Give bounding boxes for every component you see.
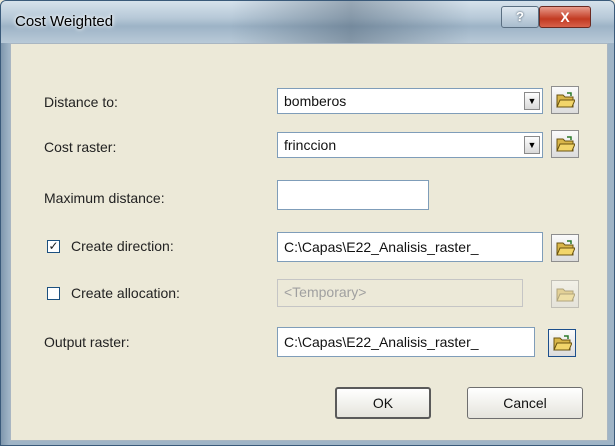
open-folder-icon[interactable]: [551, 234, 579, 262]
output-raster-path-input[interactable]: C:\Capas\E22_Analisis_raster_: [277, 327, 535, 357]
dialog-body: Distance to: bomberos ▼ Cost raster: fri…: [10, 43, 608, 441]
cost-raster-value: frinccion: [284, 137, 337, 153]
create-allocation-path-input[interactable]: <Temporary>: [277, 279, 523, 307]
check-icon: ✓: [48, 239, 59, 253]
title-bar[interactable]: Cost Weighted ? X: [1, 1, 614, 43]
output-raster-label: Output raster:: [44, 334, 130, 350]
cancel-button[interactable]: Cancel: [467, 387, 583, 419]
ok-button[interactable]: OK: [335, 387, 431, 419]
title-bar-glass: [231, 1, 471, 43]
help-button[interactable]: ?: [501, 6, 539, 28]
cost-raster-label: Cost raster:: [44, 139, 117, 155]
open-folder-icon[interactable]: [551, 280, 579, 308]
distance-to-label: Distance to:: [44, 94, 118, 110]
create-direction-label: Create direction:: [71, 238, 174, 254]
chevron-down-icon[interactable]: ▼: [524, 92, 540, 110]
open-folder-icon[interactable]: [548, 329, 576, 357]
max-distance-input[interactable]: [277, 180, 429, 210]
chevron-down-icon[interactable]: ▼: [524, 136, 540, 154]
create-direction-checkbox[interactable]: ✓: [47, 240, 60, 253]
cost-weighted-dialog: Cost Weighted ? X Distance to: bomberos …: [0, 0, 615, 446]
distance-to-select[interactable]: bomberos ▼: [277, 88, 543, 114]
open-folder-icon[interactable]: [551, 86, 579, 114]
close-button[interactable]: X: [539, 6, 591, 28]
create-direction-path-input[interactable]: C:\Capas\E22_Analisis_raster_: [277, 232, 543, 262]
max-distance-label: Maximum distance:: [44, 190, 165, 206]
cost-raster-select[interactable]: frinccion ▼: [277, 132, 543, 158]
open-folder-icon[interactable]: [551, 130, 579, 158]
window-title: Cost Weighted: [15, 13, 114, 30]
distance-to-value: bomberos: [284, 93, 347, 109]
create-allocation-label: Create allocation:: [71, 285, 180, 301]
create-allocation-checkbox[interactable]: [47, 287, 60, 300]
